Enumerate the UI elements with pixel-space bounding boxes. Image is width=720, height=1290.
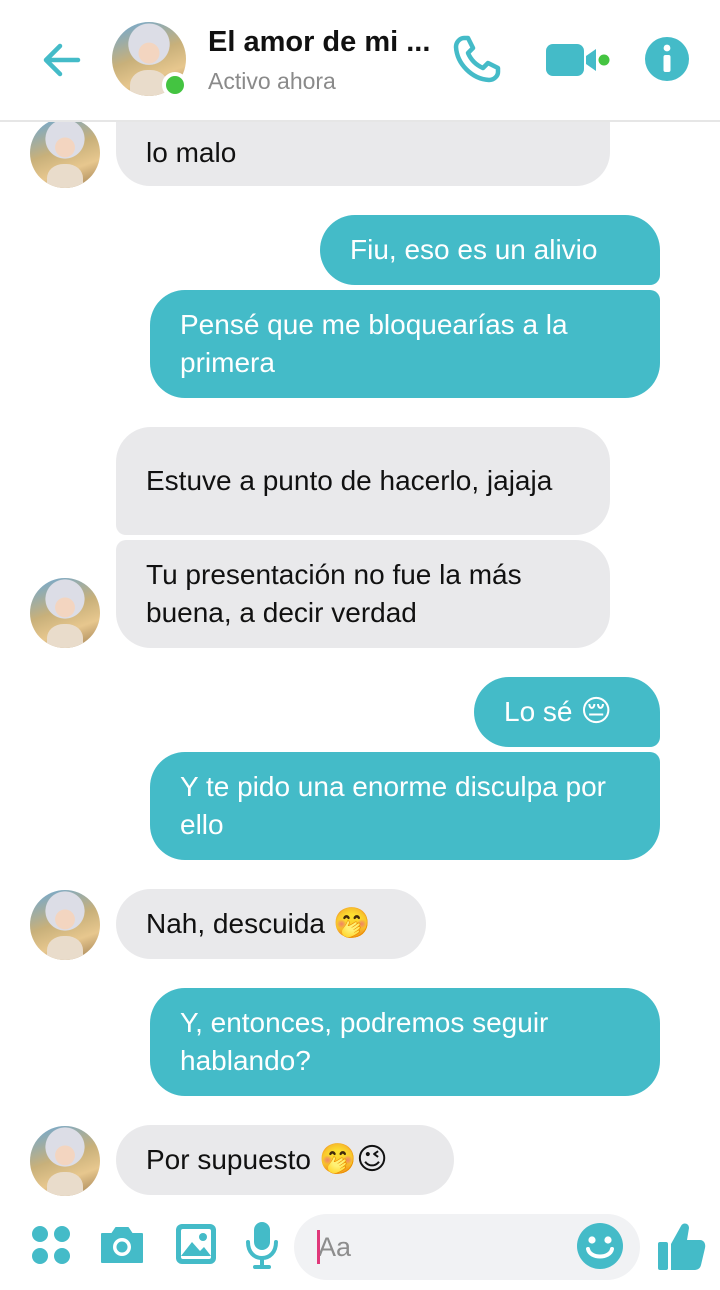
phone-icon[interactable] bbox=[448, 32, 504, 88]
chat-header: El amor de mi ... Activo ahora bbox=[0, 0, 720, 122]
microphone-icon[interactable] bbox=[244, 1220, 280, 1270]
message-bubble-incoming[interactable]: Estuve a punto de hacerlo, jajaja bbox=[116, 427, 610, 535]
chat-screen: El amor de mi ... Activo ahora lo malo F… bbox=[0, 0, 720, 1290]
contact-avatar[interactable] bbox=[112, 22, 188, 98]
message-bubble-outgoing[interactable]: Y te pido una enorme disculpa por ello bbox=[150, 752, 660, 860]
message-text: Estuve a punto de hacerlo, jajaja bbox=[146, 465, 553, 496]
video-camera-icon[interactable] bbox=[544, 40, 610, 80]
back-arrow-icon[interactable] bbox=[38, 36, 86, 84]
contact-avatar-small[interactable] bbox=[30, 118, 100, 188]
message-text: Pensé que me bloquearías a la primera bbox=[180, 309, 568, 378]
image-icon[interactable] bbox=[174, 1222, 218, 1266]
camera-icon[interactable] bbox=[98, 1224, 146, 1266]
contact-avatar-small[interactable] bbox=[30, 890, 100, 960]
message-text: lo malo bbox=[146, 137, 237, 168]
info-icon[interactable] bbox=[644, 36, 690, 82]
hand-over-mouth-emoji: 🤭 bbox=[333, 906, 371, 941]
contact-avatar-small[interactable] bbox=[30, 578, 100, 648]
apps-grid-icon[interactable] bbox=[30, 1224, 72, 1266]
message-composer bbox=[0, 1200, 720, 1290]
message-bubble-outgoing[interactable]: Fiu, eso es un alivio bbox=[320, 215, 660, 285]
contact-name[interactable]: El amor de mi ... bbox=[208, 26, 430, 59]
message-text: Fiu, eso es un alivio bbox=[350, 234, 598, 265]
message-bubble-outgoing[interactable]: Lo sé 😔 bbox=[474, 677, 660, 747]
hand-over-mouth-wink-emoji: 🤭😉 bbox=[319, 1142, 388, 1177]
pensive-emoji: 😔 bbox=[580, 694, 612, 729]
message-text: Lo sé bbox=[504, 696, 573, 727]
message-bubble-outgoing[interactable]: Pensé que me bloquearías a la primera bbox=[150, 290, 660, 398]
message-bubble-incoming[interactable]: Por supuesto 🤭😉 bbox=[116, 1125, 454, 1195]
message-bubble-incoming[interactable]: Tu presentación no fue la más buena, a d… bbox=[116, 540, 610, 648]
online-status-dot bbox=[162, 72, 188, 98]
message-bubble-incoming[interactable]: Nah, descuida 🤭 bbox=[116, 889, 426, 959]
emoji-icon[interactable] bbox=[576, 1222, 624, 1270]
message-text: Y, entonces, podremos seguir hablando? bbox=[180, 1007, 549, 1076]
message-text: Tu presentación no fue la más buena, a d… bbox=[146, 559, 522, 628]
message-bubble-outgoing[interactable]: Y, entonces, podremos seguir hablando? bbox=[150, 988, 660, 1096]
thumbs-up-icon[interactable] bbox=[656, 1220, 706, 1272]
message-text: Y te pido una enorme disculpa por ello bbox=[180, 771, 606, 840]
message-text: Por supuesto bbox=[146, 1144, 311, 1175]
message-text: Nah, descuida bbox=[146, 908, 326, 939]
contact-status: Activo ahora bbox=[208, 68, 336, 94]
text-caret bbox=[317, 1230, 320, 1264]
contact-avatar-small[interactable] bbox=[30, 1126, 100, 1196]
